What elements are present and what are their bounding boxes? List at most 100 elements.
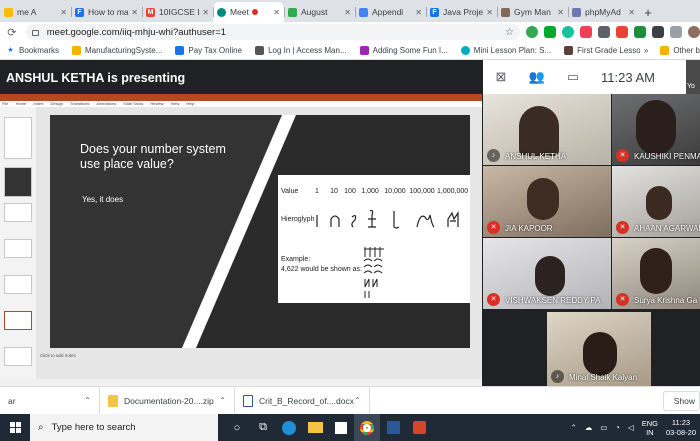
- meet-page: ANSHUL KETHA is presenting ⊠ 👥 ▭ 11:23 A…: [0, 60, 700, 386]
- download-item[interactable]: Crit_B_Record_of....docx ⌃: [235, 386, 370, 415]
- extension-x-icon[interactable]: [652, 26, 664, 38]
- recording-indicator-icon: [251, 9, 258, 15]
- volume-icon[interactable]: ◁: [628, 423, 634, 432]
- extension-evernote-icon[interactable]: [544, 26, 556, 38]
- close-tab-icon[interactable]: ✕: [486, 8, 493, 17]
- search-icon: ⌕: [38, 422, 44, 433]
- slide-thumbnail[interactable]: [4, 117, 32, 159]
- extension-pocket-icon[interactable]: [580, 26, 592, 38]
- bookmark-star-icon[interactable]: ☆: [505, 27, 514, 38]
- word-icon[interactable]: [380, 414, 406, 441]
- new-tab-button[interactable]: +: [639, 2, 657, 22]
- language-indicator[interactable]: ENG IN: [642, 419, 658, 437]
- file-explorer-icon[interactable]: [302, 414, 328, 441]
- bookmark-item[interactable]: ★ Bookmarks: [6, 46, 59, 55]
- browser-tab[interactable]: me A ✕: [0, 2, 71, 22]
- slide-thumbnail[interactable]: [4, 347, 32, 366]
- browser-tab[interactable]: Appendi ✕: [355, 2, 426, 22]
- close-tab-icon[interactable]: ✕: [273, 8, 280, 17]
- download-item[interactable]: ar ⌃: [0, 386, 100, 415]
- cloud-icon[interactable]: ☁: [585, 423, 593, 432]
- browser-tab[interactable]: August ✕: [284, 2, 355, 22]
- store-icon[interactable]: [328, 414, 354, 441]
- extension-grid-icon[interactable]: [598, 26, 610, 38]
- tab-favicon-icon: F: [75, 7, 84, 17]
- participant-tile[interactable]: ♪ ANSHUL KETHA: [483, 94, 611, 165]
- browser-tab[interactable]: Gym Man ✕: [497, 2, 568, 22]
- participant-tile[interactable]: ✕ KAUSHIKI PENMATSA: [612, 94, 700, 165]
- show-all-downloads-button[interactable]: Show: [662, 391, 700, 411]
- bookmark-item[interactable]: First Grade Lesson...: [564, 46, 652, 55]
- bookmark-item[interactable]: Pay Tax Online: [175, 46, 242, 55]
- participant-name: VISHWAKSEN REDDY PA: [505, 296, 601, 305]
- extension-red-icon[interactable]: [616, 26, 628, 38]
- refresh-icon[interactable]: ⟳: [4, 26, 20, 39]
- close-tab-icon[interactable]: ✕: [202, 8, 209, 17]
- slide-notes[interactable]: Click to add notes: [40, 353, 76, 358]
- edge-icon[interactable]: [276, 414, 302, 441]
- windows-start-icon[interactable]: [0, 414, 30, 441]
- chrome-icon[interactable]: [354, 414, 380, 441]
- browser-toolbar: ⟳ meet.google.com/iiq-mhju-whi?authuser=…: [0, 22, 700, 42]
- slide-thumbnail-selected[interactable]: [4, 311, 32, 330]
- more-bookmarks-icon[interactable]: »: [644, 46, 648, 55]
- close-tab-icon[interactable]: ✕: [344, 8, 351, 17]
- slide-thumbnail[interactable]: [4, 203, 32, 222]
- browser-tab-active[interactable]: Meet ✕: [213, 2, 284, 22]
- folder-icon: [660, 46, 670, 55]
- value-cell: 10,000: [384, 188, 406, 195]
- people-icon[interactable]: 👥: [519, 69, 555, 85]
- slide-thumbnail[interactable]: [4, 239, 32, 258]
- browser-tab[interactable]: F Java Proje ✕: [426, 2, 497, 22]
- download-item[interactable]: Documentation-20....zip ⌃: [100, 386, 235, 415]
- bookmark-item[interactable]: Mini Lesson Plan: S...: [460, 46, 551, 55]
- login-icon: [255, 46, 265, 55]
- layout-icon[interactable]: ⊠: [483, 69, 519, 85]
- profile-avatar[interactable]: [688, 26, 700, 38]
- browser-tab[interactable]: phpMyAd ✕: [568, 2, 639, 22]
- self-view-thumbnail[interactable]: Yo: [686, 60, 700, 94]
- extension-grammarly-icon[interactable]: [562, 26, 574, 38]
- participant-tile[interactable]: ✕ AHAAN AGARWAL: [612, 166, 700, 237]
- participant-tile[interactable]: ✕ VISHWAKSEN REDDY PA: [483, 238, 611, 309]
- chevron-up-icon[interactable]: ⌃: [571, 423, 577, 432]
- slide-thumbnail[interactable]: [4, 275, 32, 294]
- zip-file-icon: [108, 394, 118, 407]
- participant-video: [640, 248, 672, 294]
- battery-icon[interactable]: ▭: [600, 423, 607, 432]
- chat-icon[interactable]: ▭: [555, 69, 591, 85]
- chevron-up-icon[interactable]: ⌃: [354, 396, 361, 405]
- close-tab-icon[interactable]: ✕: [415, 8, 422, 17]
- wifi-icon[interactable]: ◔: [615, 423, 620, 432]
- powerpoint-icon[interactable]: [406, 414, 432, 441]
- bookmark-item[interactable]: ManufacturingSyste...: [72, 46, 162, 55]
- taskbar-search[interactable]: ⌕ Type here to search: [30, 414, 218, 441]
- task-view-icon[interactable]: ⧉: [250, 414, 276, 441]
- tab-favicon-icon: [501, 7, 510, 17]
- close-tab-icon[interactable]: ✕: [557, 8, 564, 17]
- extension-puzzle-icon[interactable]: [670, 26, 682, 38]
- other-bookmarks[interactable]: Other b: [673, 46, 700, 55]
- slide-thumbnail[interactable]: [4, 167, 32, 197]
- close-tab-icon[interactable]: ✕: [131, 8, 138, 17]
- chevron-up-icon[interactable]: ⌃: [84, 396, 91, 405]
- extension-green-icon[interactable]: [526, 26, 538, 38]
- participant-tile[interactable]: ✕ JIA KAPOOR: [483, 166, 611, 237]
- bookmark-site-icon: [359, 46, 369, 55]
- tab-title: How to ma: [88, 7, 129, 17]
- close-tab-icon[interactable]: ✕: [60, 8, 67, 17]
- browser-tab[interactable]: F How to ma ✕: [71, 2, 142, 22]
- cortana-icon[interactable]: ○: [224, 414, 250, 441]
- participant-tile-speaking[interactable]: ♪ Minal Shaik Kalyan: [547, 312, 651, 386]
- browser-tab[interactable]: M 10IGCSE In ✕: [142, 2, 213, 22]
- extension-teal-icon[interactable]: [634, 26, 646, 38]
- participant-tile[interactable]: ✕ Surya Krishna Ga: [612, 238, 700, 309]
- bookmark-item[interactable]: Log In | Access Man...: [255, 46, 347, 55]
- chevron-up-icon[interactable]: ⌃: [219, 396, 226, 405]
- address-bar[interactable]: meet.google.com/iiq-mhju-whi?authuser=1 …: [25, 24, 520, 40]
- taskbar-clock[interactable]: 11:23 03-08-20: [666, 418, 696, 438]
- participant-grid: ♪ ANSHUL KETHA ✕ KAUSHIKI PENMATSA ✕ JIA…: [483, 94, 700, 386]
- close-tab-icon[interactable]: ✕: [628, 8, 635, 17]
- shared-screen: File Home Insert Design Transitions Anim…: [0, 94, 482, 386]
- bookmark-item[interactable]: Adding Some Fun I...: [359, 46, 448, 55]
